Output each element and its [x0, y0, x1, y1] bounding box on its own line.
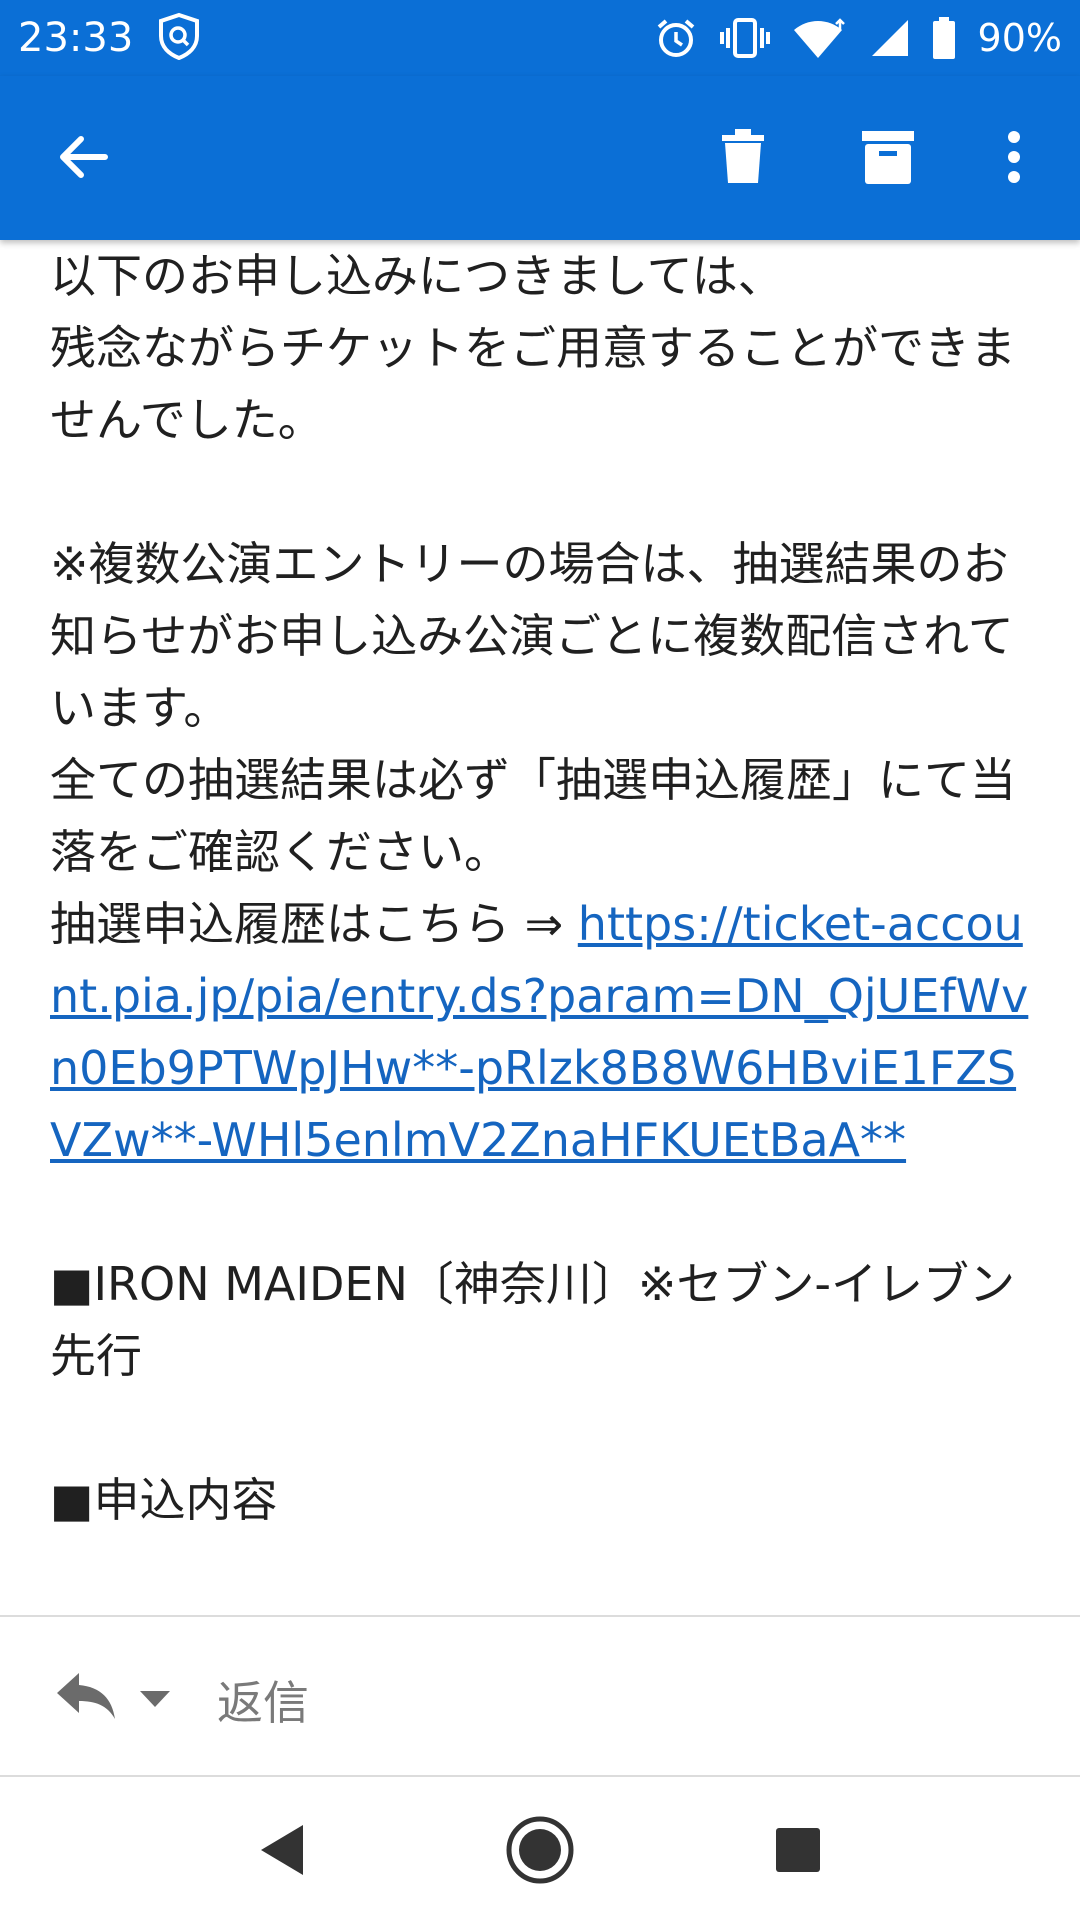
nav-home-button[interactable]: [495, 1807, 585, 1897]
reply-bar: 返信: [0, 1615, 1080, 1777]
more-vert-icon: [1004, 129, 1024, 189]
application-details-heading: ■申込内容: [50, 1473, 278, 1527]
email-paragraph-2: ※複数公演エントリーの場合は、抽選結果のお知らせがお申し込み公演ごとに複数配信さ…: [50, 528, 1030, 1176]
nav-recents-button[interactable]: [753, 1807, 843, 1897]
email-paragraph-2-text: ※複数公演エントリーの場合は、抽選結果のお知らせがお申し込み公演ごとに複数配信さ…: [50, 537, 1016, 951]
archive-button[interactable]: [843, 114, 933, 204]
reply-label[interactable]: 返信: [217, 1667, 309, 1733]
nav-back-button[interactable]: [237, 1807, 327, 1897]
home-circle-icon: [505, 1815, 575, 1889]
back-triangle-icon: [257, 1823, 307, 1881]
signal-icon: [870, 18, 910, 58]
reply-button[interactable]: [50, 1657, 180, 1737]
email-paragraph-1: 以下のお申し込みにつきましては、 残念ながらチケットをご用意することができません…: [50, 249, 1016, 447]
more-options-button[interactable]: [969, 114, 1059, 204]
reply-arrow-icon: [55, 1671, 117, 1725]
recents-square-icon: [774, 1826, 822, 1878]
chevron-down-icon: [140, 1691, 170, 1713]
vibrate-icon: [719, 16, 770, 60]
app-bar: [0, 76, 1080, 240]
delete-button[interactable]: [698, 114, 788, 204]
back-arrow-icon: [55, 129, 111, 189]
email-body: 以下のお申し込みにつきましては、 残念ながらチケットをご用意することができません…: [0, 240, 1080, 1615]
shield-icon: [157, 12, 201, 64]
event-title: ■IRON MAIDEN〔神奈川〕※セブン-イレブン先行: [50, 1257, 1015, 1383]
status-bar: 23:33 90%: [0, 0, 1080, 76]
wifi-icon: [792, 16, 848, 60]
system-nav-bar: [0, 1777, 1080, 1920]
alarm-icon: [654, 16, 698, 60]
battery-percent: 90%: [977, 16, 1062, 60]
battery-icon: [932, 16, 956, 60]
back-button[interactable]: [38, 114, 128, 204]
status-time: 23:33: [18, 15, 134, 61]
trash-icon: [720, 129, 766, 189]
archive-icon: [861, 129, 915, 189]
